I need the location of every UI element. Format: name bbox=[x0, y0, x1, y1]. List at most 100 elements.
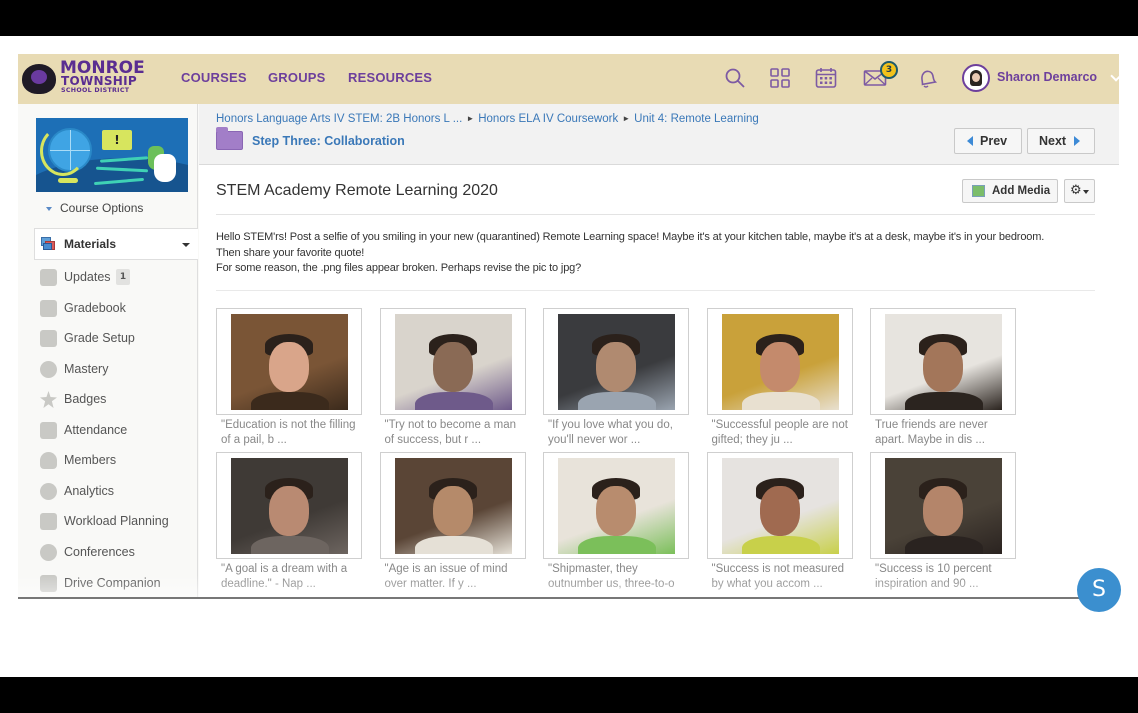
photo-thumbnail[interactable] bbox=[216, 452, 362, 559]
main-content: Honors Language Arts IV STEM: 2B Honors … bbox=[199, 104, 1119, 597]
sidebar-item-label: Workload Planning bbox=[64, 514, 169, 528]
nav-resources[interactable]: RESOURCES bbox=[348, 70, 432, 85]
selfie-image bbox=[721, 458, 839, 554]
top-navigation-bar: MONROE TOWNSHIP SCHOOL DISTRICT COURSES … bbox=[18, 54, 1119, 104]
mail-count-badge: 3 bbox=[880, 61, 898, 79]
arrow-left-icon bbox=[967, 136, 973, 146]
divider bbox=[216, 214, 1095, 215]
folder-icon bbox=[216, 127, 243, 150]
assignment-description: Hello STEM'rs! Post a selfie of you smil… bbox=[216, 230, 1106, 277]
waving-hand-icon bbox=[154, 154, 176, 182]
breadcrumb-separator-icon: ► bbox=[622, 114, 631, 123]
photo-caption: "Success is not measured by what you acc… bbox=[711, 563, 845, 590]
calendar-icon[interactable] bbox=[814, 66, 838, 90]
selfie-image bbox=[231, 458, 348, 554]
members-icon bbox=[40, 452, 57, 469]
page-title: STEM Academy Remote Learning 2020 bbox=[216, 182, 498, 199]
settings-menu-button[interactable]: ⚙ bbox=[1064, 179, 1095, 203]
breadcrumb-bar: Honors Language Arts IV STEM: 2B Honors … bbox=[199, 104, 1119, 165]
sidebar-item-materials[interactable]: Materials bbox=[34, 228, 198, 260]
course-options-toggle[interactable]: Course Options bbox=[46, 201, 143, 215]
next-label: Next bbox=[1039, 134, 1067, 148]
photo-caption: "A goal is a dream with a deadline." - N… bbox=[221, 563, 348, 590]
user-name[interactable]: Sharon Demarco bbox=[997, 70, 1097, 84]
sidebar-item-label: Badges bbox=[64, 392, 107, 406]
selfie-image bbox=[885, 314, 1002, 410]
photo-thumbnail[interactable] bbox=[706, 308, 853, 415]
description-line: Then share your favorite quote! bbox=[216, 246, 365, 259]
apps-grid-icon[interactable] bbox=[768, 66, 792, 90]
sidebar-item-label: Grade Setup bbox=[64, 331, 135, 345]
mastery-icon bbox=[40, 361, 57, 378]
breadcrumb-unit[interactable]: Unit 4: Remote Learning bbox=[634, 113, 759, 125]
sidebar-item-label: Analytics bbox=[64, 484, 115, 498]
chat-help-button[interactable]: S bbox=[1077, 568, 1121, 612]
count-badge: 1 bbox=[116, 269, 130, 285]
prev-button[interactable]: Prev bbox=[954, 128, 1022, 154]
mascot-logo-icon bbox=[22, 64, 56, 94]
logo-line-3: SCHOOL DISTRICT bbox=[61, 87, 130, 94]
speech-bubble-icon: ! bbox=[102, 130, 132, 150]
selfie-image bbox=[394, 314, 512, 410]
add-media-label: Add Media bbox=[992, 185, 1051, 197]
photo-thumbnail[interactable] bbox=[870, 452, 1016, 559]
photo-thumbnail[interactable] bbox=[216, 308, 362, 415]
selfie-image bbox=[885, 458, 1002, 554]
photo-caption: "Successful people are not gifted; they … bbox=[711, 419, 848, 446]
photo-caption: True friends are never apart. Maybe in d… bbox=[875, 419, 988, 446]
analytics-icon bbox=[40, 483, 57, 500]
course-sidebar: ! Course Options Materials Updates 1 Grade… bbox=[18, 104, 198, 597]
breadcrumb-separator-icon: ► bbox=[466, 114, 475, 123]
gradebook-icon bbox=[40, 300, 57, 317]
selfie-image bbox=[558, 314, 675, 410]
course-options-label: Course Options bbox=[60, 201, 144, 215]
photo-caption: "If you love what you do, you'll never w… bbox=[548, 419, 673, 446]
arrow-right-icon bbox=[1074, 136, 1081, 146]
screen: MONROE TOWNSHIP SCHOOL DISTRICT COURSES … bbox=[0, 36, 1138, 677]
folder-title[interactable]: Step Three: Collaboration bbox=[252, 134, 405, 148]
drive-companion-icon bbox=[40, 575, 57, 592]
attendance-icon bbox=[40, 422, 57, 439]
breadcrumb-coursework[interactable]: Honors ELA IV Coursework bbox=[478, 113, 618, 125]
sidebar-item-label: Updates bbox=[64, 270, 111, 284]
caret-down-icon[interactable] bbox=[182, 243, 190, 247]
sidebar-item-label: Gradebook bbox=[64, 301, 126, 315]
photo-thumbnail[interactable] bbox=[870, 308, 1016, 415]
photo-thumbnail[interactable] bbox=[379, 308, 526, 415]
nav-courses[interactable]: COURSES bbox=[181, 70, 247, 85]
sidebar-item-label: Attendance bbox=[64, 423, 128, 437]
divider bbox=[216, 290, 1095, 291]
photo-thumbnail[interactable] bbox=[379, 452, 526, 559]
nav-groups[interactable]: GROUPS bbox=[268, 70, 326, 85]
sidebar-item-label: Members bbox=[64, 453, 117, 467]
breadcrumb-course[interactable]: Honors Language Arts IV STEM: 2B Honors … bbox=[216, 113, 462, 125]
prev-label: Prev bbox=[980, 134, 1008, 148]
photo-thumbnail[interactable] bbox=[543, 308, 689, 415]
add-media-icon bbox=[972, 185, 985, 197]
next-button[interactable]: Next bbox=[1027, 128, 1095, 154]
user-avatar[interactable] bbox=[962, 64, 990, 92]
updates-icon bbox=[40, 269, 57, 286]
workload-planning-icon bbox=[40, 513, 57, 530]
badge-icon bbox=[40, 391, 57, 408]
sidebar-item-label: Drive Companion bbox=[64, 576, 161, 590]
selfie-image bbox=[231, 314, 348, 410]
breadcrumb: Honors Language Arts IV STEM: 2B Honors … bbox=[216, 113, 759, 125]
chevron-down-icon[interactable] bbox=[1110, 70, 1119, 82]
description-line: Hello STEM'rs! Post a selfie of you smil… bbox=[216, 231, 1045, 243]
grade-setup-icon bbox=[40, 330, 57, 347]
conferences-icon bbox=[40, 544, 57, 561]
search-icon[interactable] bbox=[723, 66, 747, 90]
add-media-button[interactable]: Add Media bbox=[962, 179, 1058, 203]
photo-caption: "Education is not the filling of a pail,… bbox=[221, 419, 356, 446]
photo-thumbnail[interactable] bbox=[543, 452, 689, 559]
caret-down-icon bbox=[46, 206, 52, 211]
district-logo[interactable]: MONROE TOWNSHIP SCHOOL DISTRICT bbox=[22, 60, 147, 98]
gear-icon: ⚙ bbox=[1070, 183, 1082, 198]
notifications-bell-icon[interactable] bbox=[915, 66, 939, 90]
photo-caption: "Shipmaster, they outnumber us, three-to… bbox=[548, 563, 675, 590]
description-line: For some reason, the .png files appear b… bbox=[216, 262, 582, 274]
sidebar-item-label: Conferences bbox=[64, 545, 135, 559]
photo-thumbnail[interactable] bbox=[706, 452, 853, 559]
course-banner-image: ! bbox=[36, 118, 188, 192]
